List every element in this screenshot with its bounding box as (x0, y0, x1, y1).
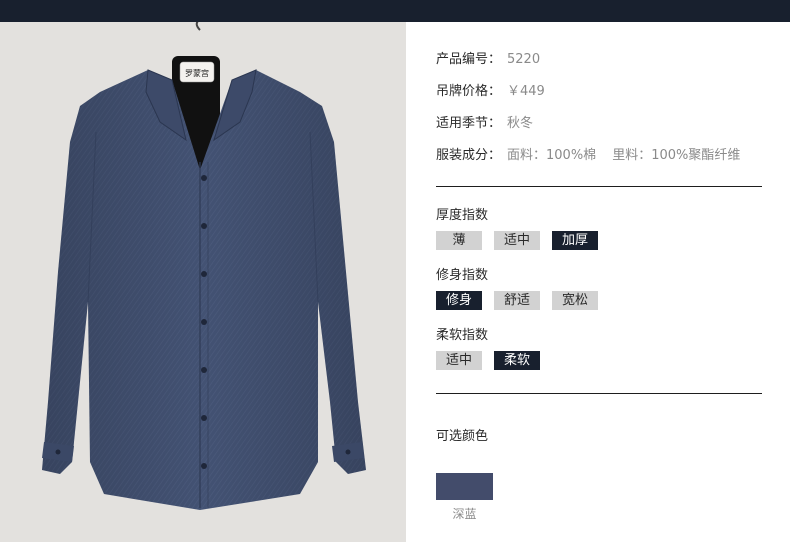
divider (436, 393, 762, 394)
season-row: 适用季节： 秋冬 (436, 116, 533, 132)
product-code-label: 产品编号： (436, 52, 502, 67)
softness-index-title: 柔软指数 (436, 328, 489, 343)
product-code-row: 产品编号： 5220 (436, 52, 540, 68)
fit-option-slim: 修身 (436, 291, 482, 310)
divider (436, 186, 762, 187)
color-swatch-dark-blue[interactable] (436, 473, 493, 500)
material-row: 服装成分： 面料：100%棉 里料：100%聚酯纤维 (436, 148, 740, 164)
thickness-option-thin: 薄 (436, 231, 482, 250)
season-label: 适用季节： (436, 116, 502, 131)
season-value: 秋冬 (507, 116, 534, 131)
price-row: 吊牌价格： ￥449 (436, 84, 545, 100)
softness-option-soft: 柔软 (494, 351, 540, 370)
price-label: 吊牌价格： (436, 84, 502, 99)
material-label: 服装成分： (436, 148, 502, 163)
fit-option-loose: 宽松 (552, 291, 598, 310)
color-swatch-label: 深蓝 (452, 507, 477, 521)
material-lining: 里料：100%聚酯纤维 (612, 148, 741, 163)
thickness-option-thick: 加厚 (552, 231, 598, 250)
product-photo: 罗蒙宫 (0, 22, 406, 542)
fit-option-comfort: 舒适 (494, 291, 540, 310)
hanger-brand-text: 罗蒙宫 (185, 68, 209, 78)
thickness-index-title: 厚度指数 (436, 208, 489, 223)
product-code-value: 5220 (507, 52, 541, 67)
thickness-option-medium: 适中 (494, 231, 540, 250)
fit-index-title: 修身指数 (436, 268, 489, 283)
colors-title: 可选颜色 (436, 429, 489, 444)
shirt-image: 罗蒙宫 (42, 22, 366, 510)
softness-option-medium: 适中 (436, 351, 482, 370)
page-header: PRODUCT INFO. 产品信息 (0, 0, 790, 43)
material-face: 面料：100%棉 (507, 148, 597, 163)
price-value: ￥449 (507, 84, 545, 99)
